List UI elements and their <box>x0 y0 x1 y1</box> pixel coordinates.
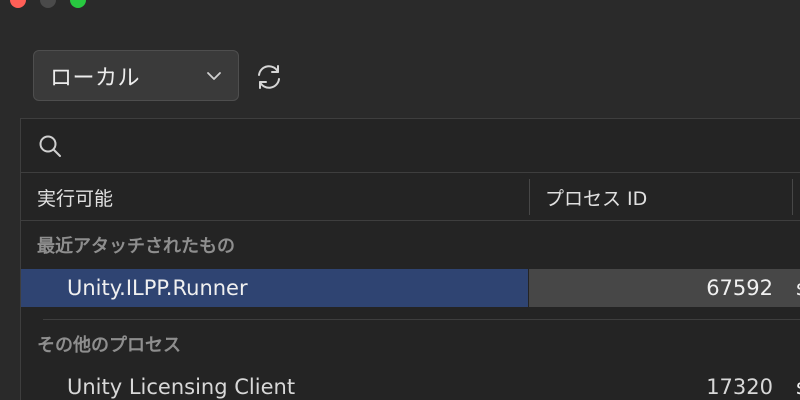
section-recent-title: 最近アタッチされたもの <box>37 236 235 257</box>
process-name: Unity Licensing Client <box>67 375 296 399</box>
table-row[interactable]: Unity.ILPP.Runner 67592 s <box>21 269 800 307</box>
search-bar <box>21 119 800 173</box>
process-id: 67592 <box>529 269 800 307</box>
refresh-icon <box>258 65 280 89</box>
process-name: Unity.ILPP.Runner <box>21 269 528 307</box>
column-header-process-id[interactable]: プロセス ID <box>545 173 647 221</box>
zoom-window-button[interactable] <box>70 0 86 8</box>
column-header-executable[interactable]: 実行可能 <box>37 173 113 221</box>
search-input[interactable] <box>72 125 800 166</box>
table-header: 実行可能 プロセス ID <box>21 173 800 221</box>
process-extra: s <box>796 269 800 307</box>
target-dropdown-label: ローカル <box>50 65 141 91</box>
refresh-button[interactable] <box>252 60 286 94</box>
column-divider[interactable] <box>792 179 793 215</box>
process-extra: s <box>796 368 800 400</box>
column-divider[interactable] <box>529 179 530 215</box>
section-other-title: その他のプロセス <box>37 335 181 356</box>
process-panel: 実行可能 プロセス ID 最近アタッチされたもの Unity.ILPP.Runn… <box>20 118 800 400</box>
attach-to-process-window: ローカル 実行可能 プロセス ID 最近アタッチされたもの Unity.ILPP… <box>0 0 800 400</box>
chevron-down-icon <box>206 68 222 84</box>
target-dropdown[interactable]: ローカル <box>33 50 239 101</box>
table-row[interactable]: Unity Licensing Client 17320 s <box>21 368 800 400</box>
close-window-button[interactable] <box>10 0 26 8</box>
minimize-window-button[interactable] <box>40 0 56 8</box>
process-id: 17320 <box>706 375 773 399</box>
window-controls <box>10 0 86 8</box>
search-icon <box>38 134 62 158</box>
